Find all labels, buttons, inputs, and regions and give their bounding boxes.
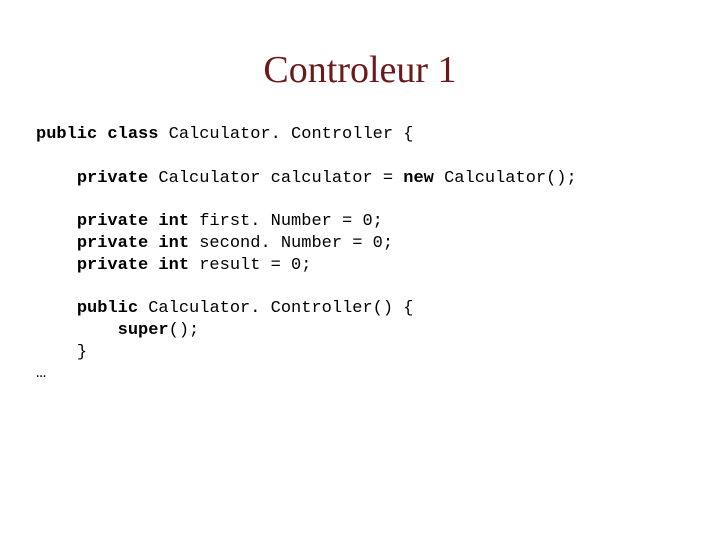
kw-private-int: private int — [77, 256, 189, 275]
kw-private: private — [77, 169, 148, 188]
code-text: Calculator(); — [434, 169, 577, 188]
code-text: result = 0; — [189, 256, 311, 275]
code-text: Calculator. Controller { — [158, 125, 413, 144]
kw-new: new — [403, 169, 434, 188]
kw-public: public — [77, 299, 138, 318]
kw-super: super — [118, 321, 169, 340]
code-text: Calculator. Controller() { — [138, 299, 413, 318]
code-block: public class Calculator. Controller { pr… — [36, 124, 720, 385]
slide: Controleur 1 public class Calculator. Co… — [0, 48, 720, 540]
kw-public-class: public class — [36, 125, 158, 144]
code-text: second. Number = 0; — [189, 234, 393, 253]
code-text: } — [77, 343, 87, 362]
code-text: (); — [169, 321, 200, 340]
kw-private-int: private int — [77, 234, 189, 253]
slide-title: Controleur 1 — [0, 48, 720, 92]
kw-private-int: private int — [77, 212, 189, 231]
ellipsis: … — [36, 364, 46, 383]
code-text: Calculator calculator = — [148, 169, 403, 188]
code-text: first. Number = 0; — [189, 212, 383, 231]
